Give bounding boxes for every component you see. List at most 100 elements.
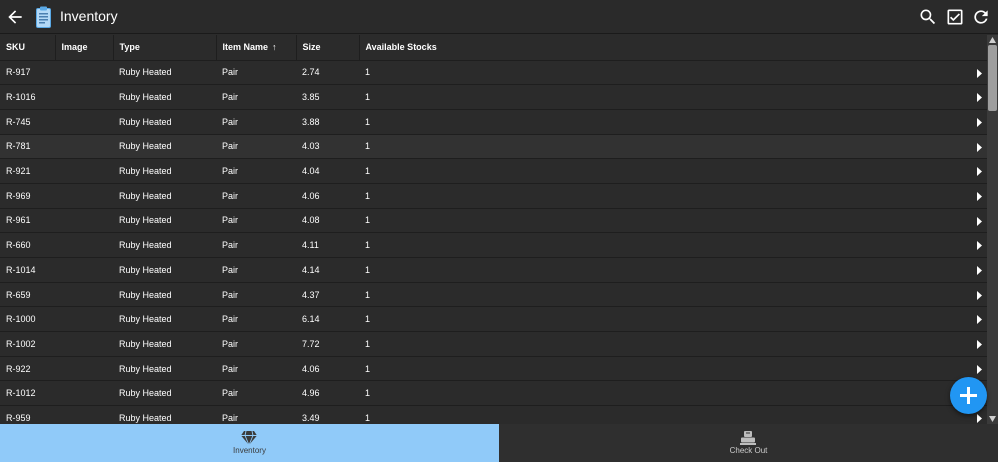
- clipboard-icon: [36, 6, 51, 28]
- sku-cell: R-1012: [0, 380, 55, 407]
- table-row[interactable]: R-917 Ruby Heated Pair 2.74 1: [0, 60, 987, 86]
- item-name-cell: Pair: [216, 232, 296, 258]
- checkout-icon: [740, 431, 756, 445]
- column-header-image[interactable]: Image: [55, 35, 114, 61]
- chevron-right-icon[interactable]: [976, 68, 983, 78]
- vertical-scrollbar[interactable]: [987, 35, 998, 424]
- table-row[interactable]: R-1012 Ruby Heated Pair 4.96 1: [0, 380, 987, 407]
- size-cell: 4.06: [296, 183, 359, 209]
- type-cell: Ruby Heated: [113, 84, 216, 110]
- inventory-table: SKU Image Type Item Name ↑ Size Available…: [0, 35, 987, 424]
- tab-inventory[interactable]: Inventory: [0, 424, 499, 462]
- size-cell: 3.49: [296, 405, 359, 424]
- scroll-down-arrow-icon[interactable]: [989, 416, 996, 422]
- chevron-right-icon[interactable]: [976, 414, 983, 424]
- item-name-cell: Pair: [216, 306, 296, 333]
- column-header-available-stocks[interactable]: Available Stocks: [359, 35, 987, 61]
- stock-cell: 1: [365, 215, 371, 226]
- checkbox-icon[interactable]: [945, 7, 965, 27]
- table-row[interactable]: R-1002 Ruby Heated Pair 7.72 1: [0, 331, 987, 357]
- size-cell: 3.85: [296, 84, 359, 110]
- table-row[interactable]: R-921 Ruby Heated Pair 4.04 1: [0, 158, 987, 184]
- sku-cell: R-1016: [0, 84, 55, 110]
- stock-cell: 1: [365, 264, 371, 275]
- image-cell: [55, 306, 113, 333]
- chevron-right-icon[interactable]: [976, 117, 983, 127]
- item-name-cell: Pair: [216, 134, 296, 160]
- chevron-right-icon[interactable]: [976, 364, 983, 374]
- chevron-right-icon[interactable]: [976, 340, 983, 350]
- sku-cell: R-659: [0, 282, 55, 308]
- item-name-cell: Pair: [216, 356, 296, 382]
- image-cell: [55, 232, 113, 258]
- tab-check-out[interactable]: Check Out: [499, 424, 998, 462]
- size-cell: 3.88: [296, 109, 359, 135]
- chevron-right-icon[interactable]: [976, 315, 983, 325]
- sku-cell: R-781: [0, 134, 55, 160]
- scrollbar-thumb[interactable]: [988, 45, 997, 111]
- refresh-icon[interactable]: [971, 7, 991, 27]
- table-row[interactable]: R-1016 Ruby Heated Pair 3.85 1: [0, 84, 987, 110]
- item-name-cell: Pair: [216, 331, 296, 357]
- table-row[interactable]: R-659 Ruby Heated Pair 4.37 1: [0, 282, 987, 308]
- scroll-up-arrow-icon[interactable]: [989, 37, 996, 43]
- chevron-right-icon[interactable]: [976, 290, 983, 300]
- plus-icon: [960, 387, 977, 404]
- table-header-row: SKU Image Type Item Name ↑ Size Available…: [0, 35, 987, 61]
- chevron-right-icon[interactable]: [976, 93, 983, 103]
- type-cell: Ruby Heated: [113, 380, 216, 407]
- size-cell: 4.14: [296, 257, 359, 283]
- item-name-cell: Pair: [216, 84, 296, 110]
- table-row[interactable]: R-1000 Ruby Heated Pair 6.14 1: [0, 306, 987, 333]
- column-header-sku[interactable]: SKU: [0, 35, 56, 61]
- table-row[interactable]: R-745 Ruby Heated Pair 3.88 1: [0, 109, 987, 135]
- search-icon[interactable]: [918, 7, 938, 27]
- sku-cell: R-959: [0, 405, 55, 424]
- page-title: Inventory: [60, 8, 118, 24]
- size-cell: 4.37: [296, 282, 359, 308]
- stock-cell: 1: [365, 412, 371, 423]
- table-body: R-917 Ruby Heated Pair 2.74 1 R-1016 Ruby Heat…: [0, 60, 987, 424]
- chevron-right-icon[interactable]: [976, 167, 983, 177]
- table-row[interactable]: R-961 Ruby Heated Pair 4.08 1: [0, 208, 987, 234]
- table-row[interactable]: R-959 Ruby Heated Pair 3.49 1: [0, 405, 987, 424]
- sort-ascending-icon: ↑: [272, 42, 277, 53]
- item-name-cell: Pair: [216, 158, 296, 184]
- tab-label-check-out: Check Out: [729, 446, 768, 455]
- type-cell: Ruby Heated: [113, 183, 216, 209]
- table-row[interactable]: R-660 Ruby Heated Pair 4.11 1: [0, 232, 987, 258]
- column-header-size[interactable]: Size: [296, 35, 360, 61]
- size-cell: 6.14: [296, 306, 359, 333]
- column-header-item-name[interactable]: Item Name ↑: [216, 35, 297, 61]
- chevron-right-icon[interactable]: [976, 191, 983, 201]
- table-row[interactable]: R-969 Ruby Heated Pair 4.06 1: [0, 183, 987, 209]
- image-cell: [55, 208, 113, 234]
- stock-cell: 1: [365, 289, 371, 300]
- sku-cell: R-969: [0, 183, 55, 209]
- type-cell: Ruby Heated: [113, 109, 216, 135]
- size-cell: 4.96: [296, 380, 359, 407]
- table-row[interactable]: R-781 Ruby Heated Pair 4.03 1: [0, 134, 987, 160]
- sku-cell: R-745: [0, 109, 55, 135]
- type-cell: Ruby Heated: [113, 60, 216, 86]
- column-header-type[interactable]: Type: [113, 35, 217, 61]
- chevron-right-icon[interactable]: [976, 216, 983, 226]
- table-row[interactable]: R-922 Ruby Heated Pair 4.06 1: [0, 356, 987, 382]
- table-row[interactable]: R-1014 Ruby Heated Pair 4.14 1: [0, 257, 987, 283]
- arrow-left-icon[interactable]: [5, 7, 25, 27]
- inventory-table-container: SKU Image Type Item Name ↑ Size Available…: [0, 35, 987, 424]
- image-cell: [55, 405, 113, 424]
- image-cell: [55, 84, 113, 110]
- type-cell: Ruby Heated: [113, 405, 216, 424]
- image-cell: [55, 331, 113, 357]
- add-item-button[interactable]: [950, 377, 987, 414]
- sku-cell: R-1000: [0, 306, 55, 333]
- chevron-right-icon[interactable]: [976, 241, 983, 251]
- size-cell: 2.74: [296, 60, 359, 86]
- size-cell: 7.72: [296, 331, 359, 357]
- type-cell: Ruby Heated: [113, 356, 216, 382]
- chevron-right-icon[interactable]: [976, 142, 983, 152]
- item-name-cell: Pair: [216, 380, 296, 407]
- sku-cell: R-1002: [0, 331, 55, 357]
- chevron-right-icon[interactable]: [976, 266, 983, 275]
